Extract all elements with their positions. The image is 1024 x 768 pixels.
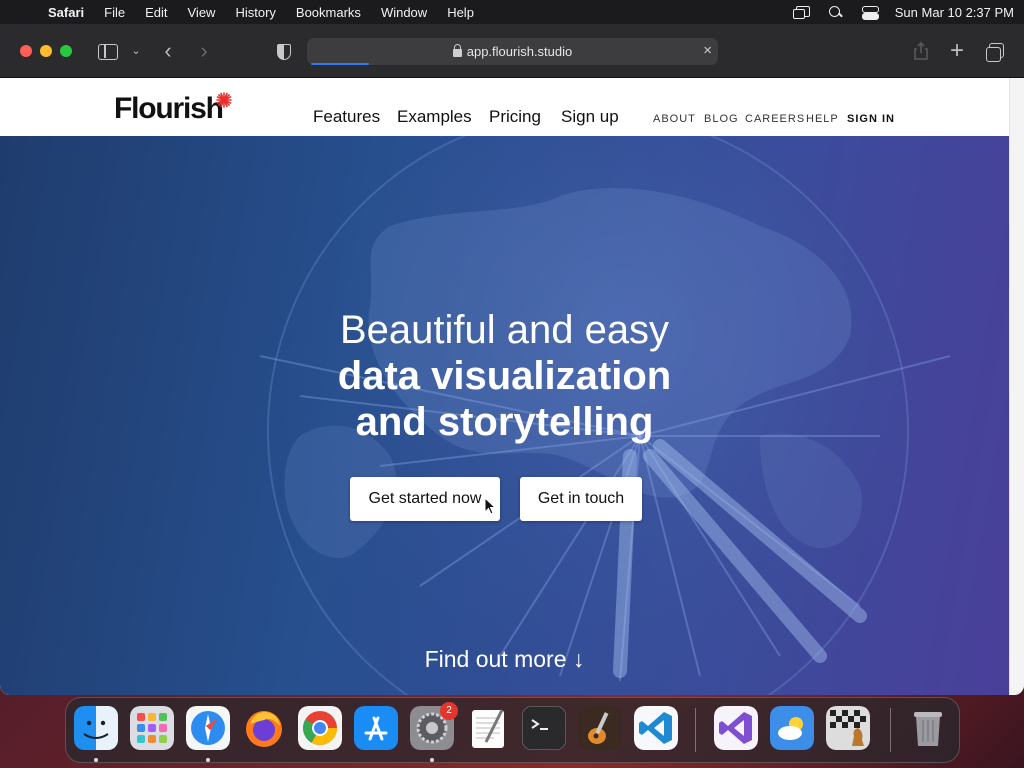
share-icon[interactable] [909,39,933,63]
forward-button[interactable]: › [192,39,216,63]
trash-icon[interactable] [906,706,950,750]
tab-overview-icon[interactable] [983,39,1007,63]
vscode-icon[interactable] [634,706,678,750]
chrome-icon[interactable] [298,706,342,750]
menu-file[interactable]: File [104,5,125,20]
logo-star-icon [216,92,232,108]
menubar-clock[interactable]: Sun Mar 10 2:37 PM [895,5,1014,20]
page-load-progress [311,63,369,65]
hero-section: Beautiful and easy data visualization an… [0,136,1009,695]
page-scrollbar[interactable] [1009,78,1024,695]
menu-bookmarks[interactable]: Bookmarks [296,5,361,20]
screen-mirroring-icon[interactable] [792,5,811,19]
browser-toolbar: ⌄ ‹ › app.flourish.studio × + [0,24,1024,78]
menu-help[interactable]: Help [447,5,474,20]
nav-help[interactable]: HELP [806,113,839,125]
settings-running-indicator [430,758,434,762]
safari-icon[interactable] [186,706,230,750]
hero-heading-light: Beautiful and easy [339,308,670,352]
nav-about[interactable]: ABOUT [653,113,696,125]
menubar-status-area: Sun Mar 10 2:37 PM [792,5,1014,20]
stop-loading-icon[interactable]: × [703,42,712,60]
terminal-icon[interactable] [522,706,566,750]
mouse-cursor-icon [484,497,496,515]
menu-edit[interactable]: Edit [145,5,167,20]
dock-separator [695,708,696,752]
lock-icon [452,43,462,57]
nav-sign-in[interactable]: SIGN IN [847,113,895,125]
dock-separator-2 [890,708,891,752]
address-bar-url: app.flourish.studio [466,44,573,59]
finder-icon[interactable] [74,706,118,750]
textedit-icon[interactable] [466,706,510,750]
menu-bar: Safari File Edit View History Bookmarks … [0,0,1024,24]
control-center-icon[interactable] [861,5,879,20]
web-page: Flourish Features Examples Pricing Sign … [0,78,1009,695]
privacy-shield-icon[interactable] [271,39,295,63]
window-close-button[interactable] [20,45,32,57]
spotlight-search-icon[interactable] [827,5,845,19]
settings-notification-badge: 2 [440,702,458,720]
menu-history[interactable]: History [235,5,275,20]
nav-blog[interactable]: BLOG [704,113,739,125]
finder-running-indicator [94,758,98,762]
get-started-button[interactable]: Get started now [350,477,500,521]
tab-group-chevron-icon[interactable]: ⌄ [124,39,148,63]
nav-careers[interactable]: CAREERS [745,113,805,125]
nav-sign-up[interactable]: Sign up [561,107,619,127]
nav-features[interactable]: Features [313,107,380,127]
window-minimize-button[interactable] [40,45,52,57]
safari-window: ⌄ ‹ › app.flourish.studio × + Flourish F… [0,24,1024,695]
nav-examples[interactable]: Examples [397,107,472,127]
back-button[interactable]: ‹ [156,39,180,63]
nav-pricing[interactable]: Pricing [489,107,541,127]
hero-heading-bold-2: and storytelling [355,400,654,444]
new-tab-button[interactable]: + [945,39,969,63]
firefox-icon[interactable] [242,706,286,750]
chess-icon[interactable] [826,706,870,750]
menu-app-safari[interactable]: Safari [48,5,84,20]
dock [65,697,960,763]
sidebar-toggle-icon[interactable] [96,39,120,63]
site-header: Flourish Features Examples Pricing Sign … [0,78,1009,136]
address-bar[interactable]: app.flourish.studio × [307,38,718,65]
find-out-more-link[interactable]: Find out more ↓ [0,646,1009,673]
visual-studio-icon[interactable] [714,706,758,750]
app-store-icon[interactable] [354,706,398,750]
weather-icon[interactable] [770,706,814,750]
hero-heading-bold-1: data visualization [337,354,672,398]
safari-running-indicator [206,758,210,762]
window-zoom-button[interactable] [60,45,72,57]
menu-view[interactable]: View [188,5,216,20]
launchpad-icon[interactable] [130,706,174,750]
flourish-logo[interactable]: Flourish [114,92,224,126]
get-in-touch-button[interactable]: Get in touch [520,477,642,521]
menu-window[interactable]: Window [381,5,427,20]
garageband-icon[interactable] [578,706,622,750]
